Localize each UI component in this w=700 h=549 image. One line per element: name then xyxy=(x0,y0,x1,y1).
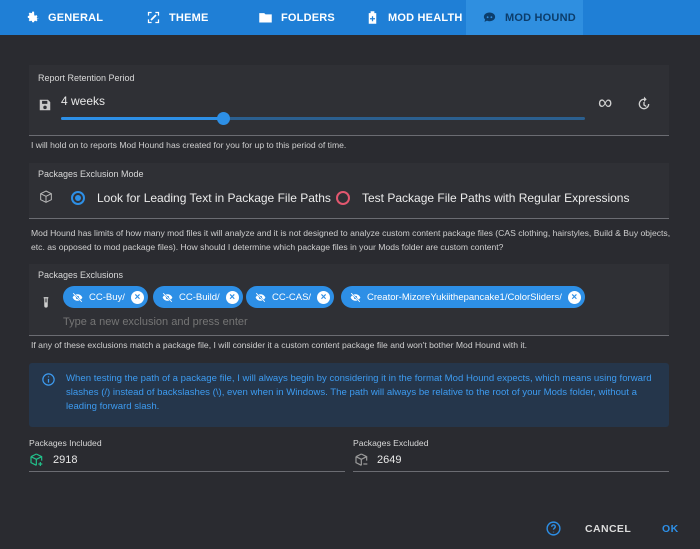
retention-value: 4 weeks xyxy=(61,94,106,108)
remove-chip-icon[interactable]: × xyxy=(317,290,331,304)
packages-excluded-underline xyxy=(353,471,669,472)
retention-slider-thumb[interactable] xyxy=(217,112,231,125)
retention-slider[interactable] xyxy=(61,112,585,125)
eye-off-icon xyxy=(255,292,266,302)
radio-regex[interactable]: Test Package File Paths with Regular Exp… xyxy=(336,191,629,205)
package-plus-icon xyxy=(30,453,43,466)
retention-slider-fill xyxy=(61,117,224,120)
exclusion-input[interactable] xyxy=(63,314,653,330)
tab-mod-health[interactable]: MOD HEALTH xyxy=(355,0,466,35)
eye-off-icon xyxy=(72,292,83,302)
folder-icon xyxy=(259,13,272,23)
info-icon xyxy=(42,373,55,386)
remove-chip-icon[interactable]: × xyxy=(567,290,581,304)
exclusion-chip[interactable]: CC-Buy/ × xyxy=(63,286,148,308)
exclusions-label: Packages Exclusions xyxy=(38,270,124,280)
infinity-icon[interactable]: ∞ xyxy=(598,93,612,113)
exclusions-section: Packages Exclusions CC-Buy/ × CC-Build/ … xyxy=(29,264,669,336)
radio-leading-text[interactable]: Look for Leading Text in Package File Pa… xyxy=(71,191,331,205)
tab-theme-label: THEME xyxy=(169,11,209,24)
tab-folders-label: FOLDERS xyxy=(281,11,335,24)
reset-timer-icon[interactable] xyxy=(636,96,652,112)
cancel-button[interactable]: CANCEL xyxy=(585,523,631,535)
tab-mod-health-label: MOD HEALTH xyxy=(388,11,463,24)
help-icon[interactable] xyxy=(545,520,562,537)
eye-off-icon xyxy=(350,292,361,302)
packages-included-label: Packages Included xyxy=(29,438,102,448)
exclusion-chip-label: CC-CAS/ xyxy=(272,291,312,303)
exclusion-chip[interactable]: CC-Build/ × xyxy=(153,286,243,308)
packages-included-underline xyxy=(29,471,345,472)
exclusion-chip[interactable]: CC-CAS/ × xyxy=(246,286,335,308)
exclusion-mode-label: Packages Exclusion Mode xyxy=(38,169,144,179)
radio-regex-label: Test Package File Paths with Regular Exp… xyxy=(362,191,630,205)
ok-button[interactable]: OK xyxy=(662,523,679,535)
exclusion-chip-label: Creator-MizoreYukiithepancake1/ColorSlid… xyxy=(367,291,562,303)
hound-icon xyxy=(483,12,496,22)
settings-dialog: Report Retention Period 4 weeks ∞ I will… xyxy=(0,35,700,549)
tab-theme[interactable]: THEME xyxy=(118,0,228,35)
radio-leading-text-label: Look for Leading Text in Package File Pa… xyxy=(97,191,331,205)
exclusion-mode-helper: Mod Hound has limits of how many mod fil… xyxy=(31,228,671,252)
tab-bar: GENERAL THEME FOLDERS MOD HEALTH MOD HOU… xyxy=(0,0,700,35)
radio-regex-indicator xyxy=(336,191,350,205)
tab-general[interactable]: GENERAL xyxy=(0,0,118,35)
package-minus-icon xyxy=(355,453,368,466)
test-tube-icon xyxy=(43,297,49,308)
retention-label: Report Retention Period xyxy=(38,73,135,83)
exclusion-chip-label: CC-Build/ xyxy=(179,291,220,303)
exclusion-chip-label: CC-Buy/ xyxy=(89,291,125,303)
tab-mod-hound-label: MOD HOUND xyxy=(505,11,576,24)
exclusions-helper: If any of these exclusions match a packa… xyxy=(31,340,528,350)
save-icon xyxy=(39,99,51,111)
medkit-icon xyxy=(368,11,377,24)
exclusion-chip[interactable]: Creator-MizoreYukiithepancake1/ColorSlid… xyxy=(341,286,585,308)
exclusion-mode-section: Packages Exclusion Mode Look for Leading… xyxy=(29,163,669,219)
gear-icon xyxy=(27,11,39,23)
paint-icon xyxy=(147,11,160,24)
tab-mod-hound[interactable]: MOD HOUND xyxy=(466,0,583,35)
remove-chip-icon[interactable]: × xyxy=(130,290,144,304)
retention-helper: I will hold on to reports Mod Hound has … xyxy=(31,140,347,150)
info-text: When testing the path of a package file,… xyxy=(66,373,652,412)
tab-general-label: GENERAL xyxy=(48,11,104,24)
packages-excluded-value: 2649 xyxy=(377,454,402,466)
tab-folders[interactable]: FOLDERS xyxy=(228,0,355,35)
radio-leading-text-indicator xyxy=(71,191,85,205)
eye-off-icon xyxy=(162,292,173,302)
package-outline-icon xyxy=(40,190,52,203)
retention-section: Report Retention Period 4 weeks ∞ xyxy=(29,65,669,136)
packages-excluded-label: Packages Excluded xyxy=(353,438,429,448)
remove-chip-icon[interactable]: × xyxy=(225,290,239,304)
info-box: When testing the path of a package file,… xyxy=(29,363,669,427)
packages-included-value: 2918 xyxy=(53,454,78,466)
